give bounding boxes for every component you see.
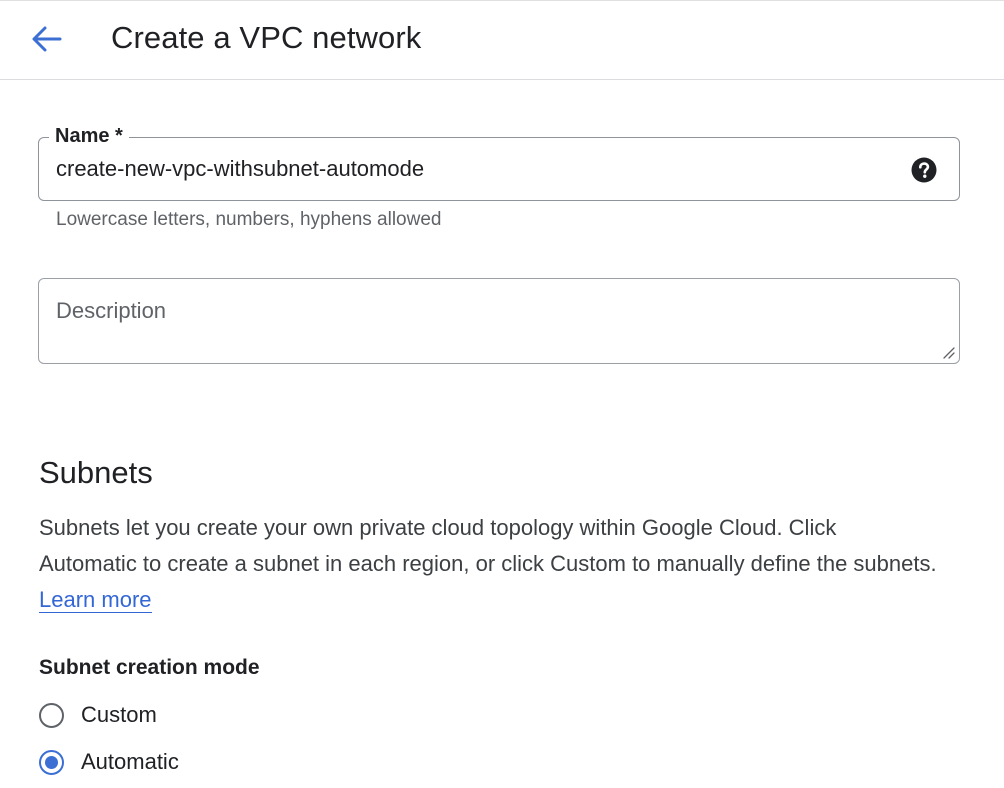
top-bar: Create a VPC network xyxy=(0,0,1004,80)
radio-label-automatic: Automatic xyxy=(81,749,179,774)
arrow-left-icon xyxy=(32,26,62,52)
name-hint-text: Lowercase letters, numbers, hyphens allo… xyxy=(56,209,442,230)
subnet-creation-mode-label: Subnet creation mode xyxy=(39,656,260,679)
name-field[interactable]: Name * create-new-vpc-withsubnet-automod… xyxy=(38,123,960,201)
radio-option-custom[interactable]: Custom xyxy=(38,700,157,730)
resize-handle-icon[interactable] xyxy=(941,345,955,359)
description-input[interactable] xyxy=(39,279,959,363)
radio-button-custom[interactable] xyxy=(39,702,64,728)
learn-more-link[interactable]: Learn more xyxy=(39,587,152,613)
description-field[interactable] xyxy=(38,278,960,364)
radio-button-automatic[interactable] xyxy=(39,749,64,775)
name-field-label: Name * xyxy=(49,123,129,149)
subnets-description: Subnets let you create your own private … xyxy=(39,510,939,618)
subnets-section-title: Subnets xyxy=(39,455,153,490)
subnets-description-text: Subnets let you create your own private … xyxy=(39,515,937,576)
radio-option-automatic[interactable]: Automatic xyxy=(38,747,179,777)
back-button[interactable] xyxy=(26,21,66,57)
page-title: Create a VPC network xyxy=(111,20,422,55)
name-input[interactable]: create-new-vpc-withsubnet-automode xyxy=(56,155,424,183)
radio-label-custom: Custom xyxy=(81,702,157,727)
help-circle-icon[interactable] xyxy=(911,157,937,183)
